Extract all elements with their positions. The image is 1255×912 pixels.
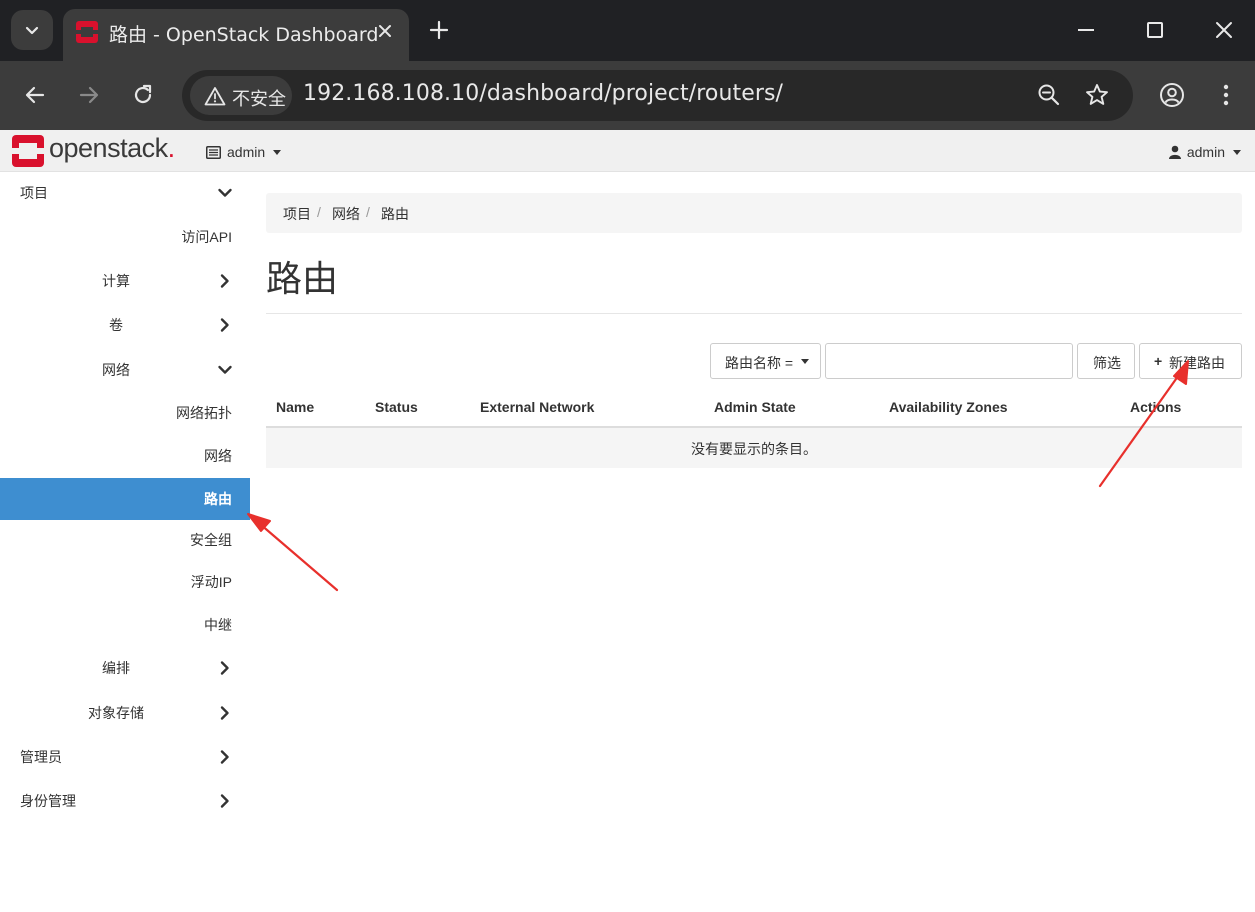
sidebar-item-compute[interactable]: 计算 (0, 261, 250, 301)
sidebar-item-security-groups[interactable]: 安全组 (0, 520, 250, 560)
project-list-icon (206, 145, 221, 159)
star-icon[interactable] (1084, 82, 1110, 108)
url-text[interactable]: 192.168.108.10/dashboard/project/routers… (303, 81, 783, 106)
sidebar-item-label: 身份管理 (20, 793, 76, 809)
caret-down-icon (1233, 149, 1241, 155)
column-header-actions: Actions (1130, 399, 1182, 415)
filter-field-select[interactable]: 路由名称 = (710, 343, 821, 379)
divider (266, 313, 1242, 314)
close-icon[interactable] (375, 21, 395, 41)
filter-field-label: 路由名称 = (725, 355, 794, 371)
sidebar-item-admin[interactable]: 管理员 (0, 737, 250, 777)
sidebar-item-routers[interactable]: 路由 (0, 478, 250, 520)
project-name: admin (227, 144, 266, 160)
breadcrumb-separator: / (317, 204, 321, 220)
sidebar-item-network-group[interactable]: 网络 (0, 350, 250, 390)
sidebar-item-label: 管理员 (20, 749, 62, 765)
sidebar-item-label: 编排 (102, 660, 130, 676)
sidebar-item-label: 网络拓扑 (176, 405, 232, 421)
chevron-right-icon (220, 274, 229, 288)
column-header-external-network[interactable]: External Network (480, 399, 594, 415)
chevron-down-icon (25, 26, 39, 35)
profile-icon[interactable] (1158, 81, 1186, 109)
chevron-down-icon (218, 188, 232, 197)
column-header-availability-zones[interactable]: Availability Zones (889, 399, 1008, 415)
reload-icon[interactable] (131, 83, 155, 107)
sidebar-item-label: 中继 (204, 617, 232, 633)
sidebar-item-project[interactable]: 项目 (0, 173, 250, 213)
security-chip[interactable]: 不安全 (190, 76, 292, 115)
sidebar-item-identity[interactable]: 身份管理 (0, 781, 250, 821)
sidebar-item-networks[interactable]: 网络 (0, 436, 250, 476)
table-empty-row: 没有要显示的条目。 (266, 428, 1242, 468)
sidebar-item-trunks[interactable]: 中继 (0, 605, 250, 645)
sidebar-item-label: 浮动IP (190, 574, 232, 590)
filter-input[interactable] (825, 343, 1073, 379)
sidebar-item-orchestration[interactable]: 编排 (0, 648, 250, 688)
breadcrumb: 项目 / 网络 / 路由 (266, 193, 1242, 233)
chevron-down-icon (218, 365, 232, 374)
sidebar-item-label: 安全组 (190, 532, 232, 548)
minimize-icon[interactable] (1078, 29, 1094, 31)
brand-wordmark[interactable]: openstack. (49, 133, 175, 164)
forward-icon[interactable] (77, 83, 101, 107)
chevron-right-icon (220, 706, 229, 720)
warning-icon (204, 87, 226, 106)
tab-title: 路由 - OpenStack Dashboard (109, 24, 379, 46)
sidebar-item-volumes[interactable]: 卷 (0, 305, 250, 345)
openstack-logo-icon[interactable] (12, 135, 44, 167)
sidebar-item-label: 项目 (20, 185, 48, 201)
chevron-right-icon (220, 794, 229, 808)
sidebar-item-floating-ips[interactable]: 浮动IP (0, 562, 250, 602)
tab-search-button[interactable] (11, 10, 53, 50)
user-menu[interactable]: admin (1168, 142, 1241, 162)
chevron-right-icon (220, 318, 229, 332)
breadcrumb-item-network[interactable]: 网络 (332, 204, 360, 224)
breadcrumb-item-routers: 路由 (381, 206, 409, 222)
caret-down-icon (801, 359, 809, 364)
address-bar[interactable]: 不安全 192.168.108.10/dashboard/project/rou… (182, 70, 1133, 121)
project-switcher[interactable]: admin (206, 142, 282, 162)
breadcrumb-item-project[interactable]: 项目 (283, 204, 311, 224)
empty-message: 没有要显示的条目。 (691, 441, 817, 457)
sidebar-item-label: 网络 (204, 448, 232, 464)
openstack-header: openstack. admin admin (0, 130, 1255, 172)
chevron-right-icon (220, 661, 229, 675)
sidebar-item-label: 卷 (109, 317, 123, 333)
create-router-button[interactable]: + 新建路由 (1139, 343, 1242, 379)
browser-tab[interactable]: 路由 - OpenStack Dashboard (63, 9, 409, 61)
sidebar-item-network-topology[interactable]: 网络拓扑 (0, 393, 250, 433)
column-header-name[interactable]: Name (276, 399, 314, 415)
security-label: 不安全 (232, 89, 286, 110)
back-icon[interactable] (23, 83, 47, 107)
sidebar-item-label: 对象存储 (88, 705, 144, 721)
sidebar-item-api-access[interactable]: 访问API (0, 217, 250, 257)
plus-icon: + (1154, 353, 1163, 369)
maximize-icon[interactable] (1147, 22, 1163, 38)
page-title: 路由 (266, 258, 339, 299)
sidebar-item-label: 访问API (181, 229, 232, 245)
user-name: admin (1186, 144, 1225, 160)
filter-button[interactable]: 筛选 (1077, 343, 1135, 379)
sidebar: 项目 访问API 计算 卷 网络 网络拓扑 网络 路由 安全组 浮动IP 中继 … (0, 172, 250, 912)
breadcrumb-separator: / (366, 204, 370, 220)
browser-tabstrip: 路由 - OpenStack Dashboard (0, 0, 1255, 61)
user-icon (1168, 145, 1181, 159)
sidebar-item-label: 路由 (204, 491, 232, 507)
sidebar-item-object-store[interactable]: 对象存储 (0, 693, 250, 733)
more-icon[interactable] (1212, 81, 1240, 109)
plus-icon[interactable] (428, 19, 450, 41)
column-header-status[interactable]: Status (375, 399, 418, 415)
zoom-icon[interactable] (1036, 82, 1062, 108)
sidebar-item-label: 计算 (102, 273, 130, 289)
sidebar-item-label: 网络 (102, 362, 130, 378)
window-close-icon[interactable] (1214, 20, 1234, 40)
chevron-right-icon (220, 750, 229, 764)
annotation-arrow-sidebar (247, 513, 339, 592)
browser-toolbar: 不安全 192.168.108.10/dashboard/project/rou… (0, 61, 1255, 130)
caret-down-icon (273, 149, 282, 155)
openstack-favicon-icon (76, 21, 98, 43)
column-header-admin-state[interactable]: Admin State (714, 399, 796, 415)
